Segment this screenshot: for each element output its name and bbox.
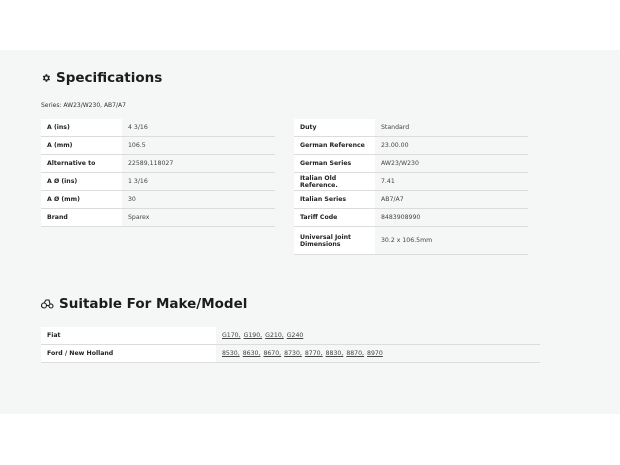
model-link[interactable]: G240 bbox=[287, 332, 304, 339]
spec-label: German Reference bbox=[294, 136, 375, 155]
table-row: A (mm) 106.5 bbox=[41, 136, 275, 155]
spec-value: 8483908990 bbox=[375, 208, 528, 227]
make-model-table: Fiat G170, G190, G210, G240 Ford / New Holl… bbox=[41, 327, 540, 363]
model-link[interactable]: 8770, bbox=[305, 350, 323, 357]
suitable-title: Suitable For Make/Model bbox=[59, 295, 248, 312]
table-row: German Series AW23/W230 bbox=[294, 154, 528, 173]
spec-label: Universal Joint Dimensions bbox=[294, 226, 375, 255]
spec-value: 30.2 x 106.5mm bbox=[375, 226, 528, 255]
table-row: Tariff Code 8483908990 bbox=[294, 208, 528, 227]
model-link[interactable]: 8630, bbox=[243, 350, 261, 357]
spec-value: AW23/W230 bbox=[375, 154, 528, 173]
spec-label: A (mm) bbox=[41, 136, 122, 155]
table-row: Universal Joint Dimensions 30.2 x 106.5mm bbox=[294, 226, 528, 255]
tractor-icon bbox=[40, 294, 54, 313]
make-label: Fiat bbox=[41, 327, 216, 345]
spec-value: 4 3/16 bbox=[122, 119, 275, 137]
table-row: A (ins) 4 3/16 bbox=[41, 119, 275, 137]
spec-value: Standard bbox=[375, 119, 528, 137]
table-row: Fiat G170, G190, G210, G240 bbox=[41, 327, 540, 345]
table-row: Alternative to 22589,118027 bbox=[41, 154, 275, 173]
spec-table-left: A (ins) 4 3/16 A (mm) 106.5 Alternative to… bbox=[41, 119, 275, 227]
make-label: Ford / New Holland bbox=[41, 344, 216, 363]
spec-value: 1 3/16 bbox=[122, 172, 275, 191]
spec-value: 30 bbox=[122, 190, 275, 209]
model-link[interactable]: 8870, bbox=[346, 350, 364, 357]
model-link[interactable]: G210, bbox=[265, 332, 284, 339]
spec-label: German Series bbox=[294, 154, 375, 173]
spec-label: Alternative to bbox=[41, 154, 122, 173]
spec-label: Brand bbox=[41, 208, 122, 227]
table-row: Italian Old Reference. 7.41 bbox=[294, 172, 528, 191]
model-link[interactable]: 8530, bbox=[222, 350, 240, 357]
specifications-heading: Specifications bbox=[41, 68, 162, 87]
spec-label: Italian Old Reference. bbox=[294, 172, 375, 191]
spec-label: Tariff Code bbox=[294, 208, 375, 227]
spec-label: A Ø (ins) bbox=[41, 172, 122, 191]
series-text: Series: AW23/W230, AB7/A7 bbox=[41, 102, 126, 109]
suitable-heading: Suitable For Make/Model bbox=[40, 294, 248, 313]
table-row: Italian Series AB7/A7 bbox=[294, 190, 528, 209]
spec-table-right: Duty Standard German Reference 23.00.00 Ge… bbox=[294, 119, 528, 255]
spec-value: AB7/A7 bbox=[375, 190, 528, 209]
model-link[interactable]: 8830, bbox=[326, 350, 344, 357]
spec-label: A (ins) bbox=[41, 119, 122, 137]
table-row: A Ø (ins) 1 3/16 bbox=[41, 172, 275, 191]
table-row: Ford / New Holland 8530, 8630, 8670, 8730, 8… bbox=[41, 344, 540, 363]
model-links: G170, G190, G210, G240 bbox=[216, 327, 540, 345]
spec-value: 23.00.00 bbox=[375, 136, 528, 155]
table-row: A Ø (mm) 30 bbox=[41, 190, 275, 209]
spec-value: 7.41 bbox=[375, 172, 528, 191]
specifications-title: Specifications bbox=[56, 69, 163, 86]
spec-value: 106.5 bbox=[122, 136, 275, 155]
gear-icon bbox=[41, 68, 51, 87]
spec-value: Sparex bbox=[122, 208, 275, 227]
spec-value: 22589,118027 bbox=[122, 154, 275, 173]
spec-label: Italian Series bbox=[294, 190, 375, 209]
table-row: Brand Sparex bbox=[41, 208, 275, 227]
spec-label: Duty bbox=[294, 119, 375, 137]
model-link[interactable]: 8670, bbox=[263, 350, 281, 357]
model-link[interactable]: G170, bbox=[222, 332, 241, 339]
table-row: German Reference 23.00.00 bbox=[294, 136, 528, 155]
model-link[interactable]: 8730, bbox=[284, 350, 302, 357]
model-link[interactable]: G190, bbox=[244, 332, 263, 339]
model-links: 8530, 8630, 8670, 8730, 8770, 8830, 8870, 8970 bbox=[216, 344, 540, 363]
model-link[interactable]: 8970 bbox=[367, 350, 383, 357]
table-row: Duty Standard bbox=[294, 119, 528, 137]
spec-label: A Ø (mm) bbox=[41, 190, 122, 209]
